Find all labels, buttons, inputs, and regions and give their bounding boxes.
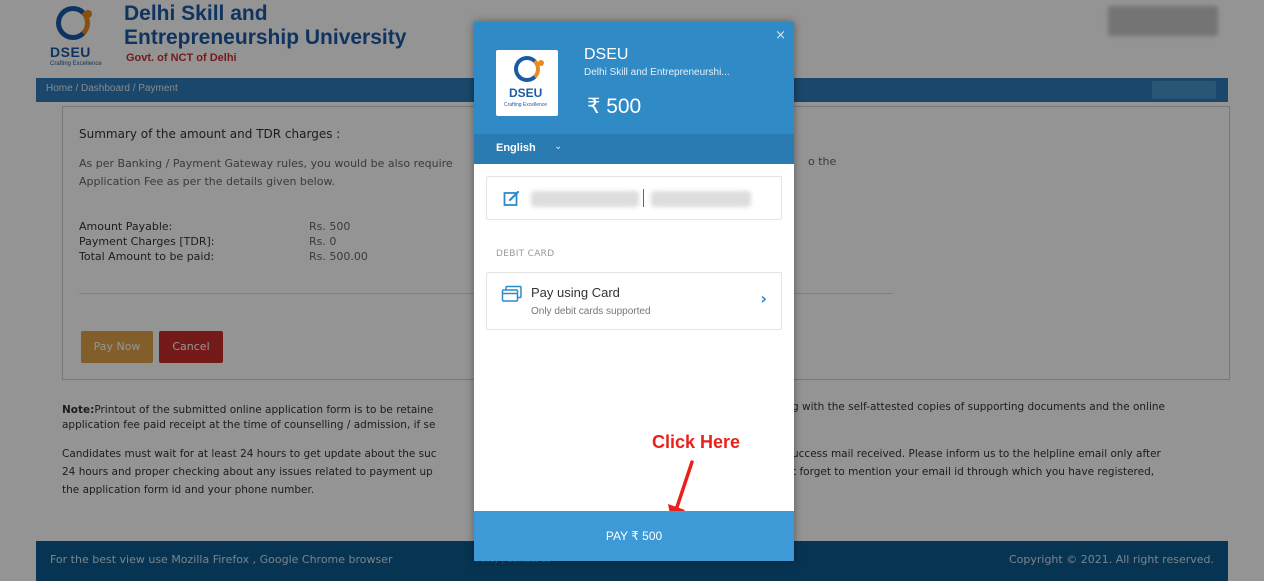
merchant-name: DSEU [584,46,629,63]
contact-details[interactable] [486,176,782,220]
pay-using-card-option[interactable]: Pay using Card Only debit cards supporte… [486,272,782,330]
merchant-logo: DSEU Crafting Excellence [496,50,558,116]
blurred-phone [531,191,639,207]
merchant-logo-dot [538,60,544,66]
modal-header: DSEU Crafting Excellence DSEU Delhi Skil… [474,22,794,134]
payment-amount: ₹ 500 [587,95,642,118]
card-option-subtitle: Only debit cards supported [531,306,651,317]
card-icon [501,285,522,302]
merchant-logo-swirl-icon [514,56,540,82]
language-label: English [496,142,536,154]
chevron-right-icon: › [760,289,767,308]
merchant-logo-tagline: Crafting Excellence [504,102,548,108]
close-icon[interactable]: × [775,28,786,43]
blurred-email [651,191,751,207]
debit-card-section-label: DEBIT CARD [496,249,555,259]
contact-separator [643,189,644,207]
chevron-down-icon: ⌄ [554,141,563,152]
merchant-logo-text: DSEU [509,86,543,100]
language-selector[interactable]: English ⌄ [474,134,794,164]
edit-icon[interactable] [503,190,520,207]
pay-button[interactable]: PAY ₹ 500 [474,511,794,561]
click-here-annotation: Click Here [652,432,741,452]
merchant-full-name: Delhi Skill and Entrepreneurshi... [584,67,730,78]
card-option-title: Pay using Card [531,285,620,300]
payment-modal: DSEU Crafting Excellence DSEU Delhi Skil… [474,22,794,561]
